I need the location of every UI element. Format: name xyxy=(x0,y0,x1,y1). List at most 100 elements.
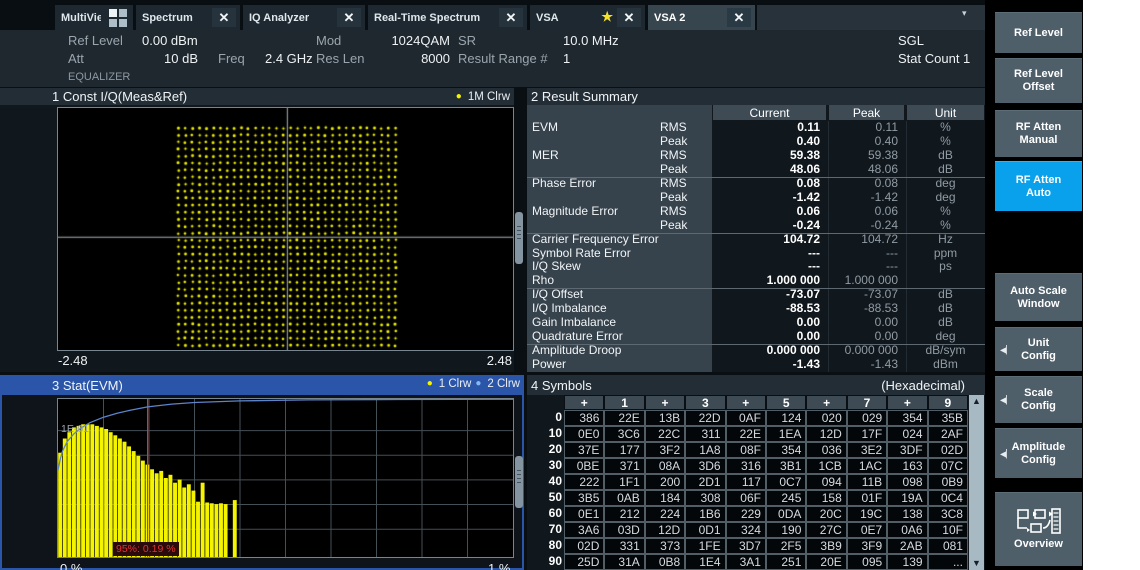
symbols-column-header: 7 xyxy=(847,395,887,410)
window-result-summary: 2 Result Summary CurrentPeakUnitEVMRMS0.… xyxy=(527,88,985,372)
scroll-down-icon[interactable]: ▼ xyxy=(969,557,984,570)
softkey-overview[interactable]: Overview xyxy=(995,492,1082,566)
softkey-auto-scale-window[interactable]: Auto Scale Window xyxy=(995,273,1082,321)
result-current-value: 0.000 000 xyxy=(712,344,820,358)
window-const-iq: 1 Const I/Q(Meas&Ref) ●1M Clrw -2.48 2.4… xyxy=(0,88,514,372)
result-current-value: -88.53 xyxy=(712,302,820,316)
window3-titlebar[interactable]: 3 Stat(EVM) ●1 Clrw●2 Clrw xyxy=(0,375,524,395)
tab-vsa[interactable]: VSA★✕ xyxy=(530,5,645,30)
close-tab-icon[interactable]: ✕ xyxy=(212,8,236,27)
setting-label-mod[interactable]: Mod xyxy=(316,33,341,50)
result-current-value: 1.000 000 xyxy=(712,274,820,288)
setting-label-att[interactable]: Att xyxy=(68,51,84,68)
result-subtype: Peak xyxy=(660,191,687,205)
result-current-value: -1.42 xyxy=(712,191,820,205)
symbols-cell: 03D xyxy=(604,522,644,538)
symbols-cell: 163 xyxy=(887,458,927,474)
stat-x-min-label: 0 % xyxy=(60,561,82,570)
softkey-unit-config[interactable]: ◀▏Unit Config xyxy=(995,327,1082,371)
stat-x-max-label: 1 % xyxy=(488,561,510,570)
window2-titlebar[interactable]: 2 Result Summary xyxy=(527,88,985,105)
constellation-plot[interactable] xyxy=(57,107,514,351)
window1-titlebar[interactable]: 1 Const I/Q(Meas&Ref) ●1M Clrw xyxy=(0,88,514,105)
result-current-value: 0.40 xyxy=(712,135,820,149)
setting-label-sr[interactable]: SR xyxy=(458,33,476,50)
symbols-cell: 02D xyxy=(564,538,604,554)
softkey-label: Auto Scale Window xyxy=(995,285,1082,311)
result-current-value: 0.08 xyxy=(712,177,820,191)
multiview-grid-icon xyxy=(109,9,127,27)
pane-splitter-handle-top[interactable] xyxy=(515,212,523,264)
pane-splitter-handle-bottom[interactable] xyxy=(515,456,523,508)
result-unit: dBm xyxy=(906,358,985,372)
softkey-scale-config[interactable]: ◀▏Scale Config xyxy=(995,376,1082,423)
result-unit: ppm xyxy=(906,247,985,261)
softkey-ref-level-offset[interactable]: Ref Level Offset xyxy=(995,58,1082,103)
window3-trace-legend: ●1 Clrw●2 Clrw xyxy=(427,375,520,392)
symbols-cell: 3F9 xyxy=(847,538,887,554)
close-tab-icon[interactable]: ✕ xyxy=(617,8,641,27)
result-current-value: 48.06 xyxy=(712,163,820,177)
setting-label-result-range[interactable]: Result Range # xyxy=(458,51,548,68)
symbols-column-header: + xyxy=(645,395,685,410)
symbols-cell: 324 xyxy=(726,522,766,538)
symbols-cell: 1EA xyxy=(766,426,806,442)
tab-iq-analyzer[interactable]: IQ Analyzer✕ xyxy=(243,5,365,30)
tab-overflow-icon[interactable]: ▾ xyxy=(962,8,967,19)
setting-value-ref-level[interactable]: 0.00 dBm xyxy=(142,33,252,50)
result-unit: dB xyxy=(906,316,985,330)
result-name: I/Q Skew xyxy=(532,260,581,274)
tab-real-time-spectrum[interactable]: Real-Time Spectrum✕ xyxy=(368,5,527,30)
symbols-cell: 1E4 xyxy=(685,554,725,570)
symbols-cell: ... xyxy=(928,554,968,570)
symbols-cell: 20C xyxy=(806,506,846,522)
evm-histogram-svg xyxy=(58,399,513,557)
symbols-cell: 08A xyxy=(645,458,685,474)
symbols-cell: 222 xyxy=(564,474,604,490)
softkey-rf-atten-manual[interactable]: RF Atten Manual xyxy=(995,110,1082,157)
symbols-scrollbar[interactable]: ▲ ▼ xyxy=(969,395,984,570)
tab-label: VSA xyxy=(536,12,559,24)
setting-label-ref-level[interactable]: Ref Level xyxy=(68,33,123,50)
close-tab-icon[interactable]: ✕ xyxy=(727,8,751,27)
tab-multiview[interactable]: MultiView xyxy=(55,5,133,30)
result-unit: deg xyxy=(906,191,985,205)
result-current-value: -1.43 xyxy=(712,358,820,372)
equalizer-label: EQUALIZER xyxy=(68,71,130,83)
percentile-marker-label: 95%: 0.19 % xyxy=(113,542,179,556)
symbols-cell: 3B1 xyxy=(766,458,806,474)
window1-trace-legend: ●1M Clrw xyxy=(456,88,510,105)
result-row-amplitude-droop: Amplitude Droop0.000 0000.000 000dB/sym xyxy=(527,344,985,358)
symbols-cell: 2AF xyxy=(928,426,968,442)
softkey-amplitude-config[interactable]: ◀▏Amplitude Config xyxy=(995,428,1082,478)
close-tab-icon[interactable]: ✕ xyxy=(337,8,361,27)
symbols-cell: 3DF xyxy=(887,442,927,458)
scroll-up-icon[interactable]: ▲ xyxy=(969,395,984,408)
tab-vsa-2[interactable]: VSA 2✕ xyxy=(648,5,755,30)
tab-spectrum[interactable]: Spectrum✕ xyxy=(136,5,240,30)
result-peak-value: --- xyxy=(828,247,898,261)
symbols-cell: 3B9 xyxy=(806,538,846,554)
symbols-cell: 1FE xyxy=(685,538,725,554)
setting-label-freq[interactable]: Freq xyxy=(218,51,245,68)
result-current-value: 59.38 xyxy=(712,149,820,163)
setting-value-att[interactable]: 10 dB xyxy=(100,51,198,68)
setting-value-mod[interactable]: 1024QAM xyxy=(350,33,450,50)
softkey-label: Overview xyxy=(1000,538,1077,551)
setting-value-result-range[interactable]: 1 xyxy=(563,51,593,68)
softkey-rf-atten-auto[interactable]: RF Atten Auto xyxy=(995,161,1082,211)
setting-value-res-len[interactable]: 8000 xyxy=(350,51,450,68)
symbols-cell: 3F2 xyxy=(645,442,685,458)
symbols-row-label: 50 xyxy=(527,490,562,505)
close-tab-icon[interactable]: ✕ xyxy=(499,8,523,27)
trace-dot-icon: ● xyxy=(427,378,433,389)
symbols-cell: 184 xyxy=(645,490,685,506)
result-name: MER xyxy=(532,149,559,163)
setting-value-sr[interactable]: 10.0 MHz xyxy=(563,33,653,50)
result-name: Quadrature Error xyxy=(532,330,623,344)
softkey-ref-level[interactable]: Ref Level xyxy=(995,12,1082,53)
softkey-label: RF Atten Auto xyxy=(995,174,1082,200)
result-row-rho: Rho1.000 0001.000 000 xyxy=(527,274,985,289)
evm-histogram-plot[interactable]: 1E-01 95%: 0.19 % xyxy=(57,398,514,558)
trace-dot-icon: ● xyxy=(456,91,462,102)
